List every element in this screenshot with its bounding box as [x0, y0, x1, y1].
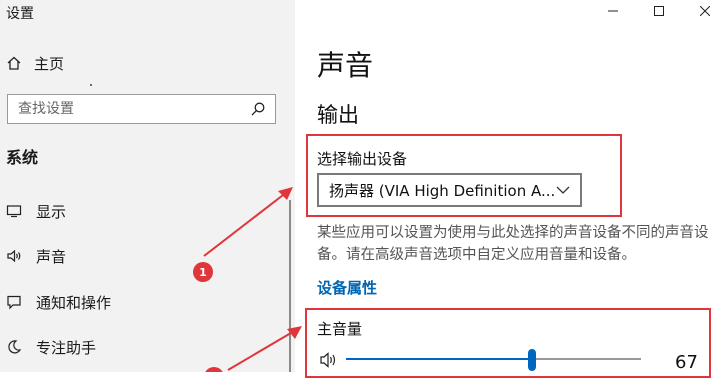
- minimize-button[interactable]: [590, 0, 636, 22]
- nav-home-label: 主页: [34, 54, 65, 73]
- close-button[interactable]: [682, 0, 728, 22]
- page-title: 声音: [317, 49, 374, 82]
- cursor-dot: [90, 84, 92, 86]
- sidebar-item-label: 专注助手: [36, 338, 97, 357]
- device-properties-link[interactable]: 设备属性: [317, 277, 377, 298]
- search-input[interactable]: [8, 100, 247, 118]
- window-controls: [590, 0, 728, 22]
- search-icon[interactable]: [247, 98, 269, 120]
- section-title: 系统: [6, 148, 39, 167]
- close-icon: [700, 6, 710, 16]
- sidebar-item-display[interactable]: 显示: [4, 196, 284, 226]
- search-box[interactable]: [7, 94, 276, 124]
- annotation-marker-1: 1: [193, 262, 213, 282]
- sidebar-item-label: 显示: [36, 202, 67, 221]
- annotation-box-master-volume: [305, 308, 711, 378]
- monitor-icon: [4, 201, 24, 221]
- sidebar-item-label: 通知和操作: [36, 293, 112, 312]
- sidebar-item-sound[interactable]: 声音: [4, 241, 284, 271]
- output-description: 某些应用可以设置为使用与此处选择的声音设备不同的声音设备。请在高级声音选项中自定…: [317, 225, 709, 263]
- notification-icon: [4, 292, 24, 312]
- moon-icon: [4, 337, 24, 357]
- minimize-icon: [608, 10, 618, 12]
- sidebar-item-focus-assist[interactable]: 专注助手: [4, 332, 284, 362]
- maximize-icon: [654, 6, 664, 16]
- annotation-box-output-device: [306, 134, 622, 217]
- speaker-icon: [4, 246, 24, 266]
- sidebar-item-label: 声音: [36, 247, 67, 266]
- nav-home[interactable]: 主页: [4, 50, 64, 76]
- window-title: 设置: [6, 6, 34, 22]
- sidebar: 设置 主页 系统 显示 声音 通知和操作 专注助手: [0, 0, 295, 372]
- output-heading: 输出: [317, 103, 359, 127]
- sidebar-item-notifications[interactable]: 通知和操作: [4, 287, 284, 317]
- maximize-button[interactable]: [636, 0, 682, 22]
- home-icon: [4, 53, 24, 73]
- sidebar-scrollbar[interactable]: [289, 200, 291, 372]
